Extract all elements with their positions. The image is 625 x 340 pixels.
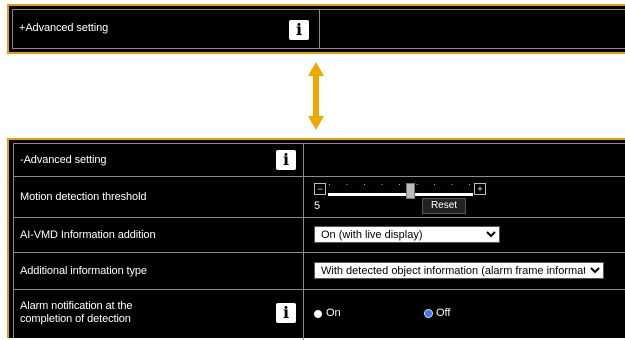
ai-vmd-control: On (with live display) (304, 218, 625, 252)
arrow-down-icon (308, 116, 324, 130)
slider-ticks: · · · · · · · · · (328, 179, 477, 189)
radio-off[interactable] (424, 309, 433, 318)
advanced-setting-header-row[interactable]: -Advanced setting i (14, 144, 625, 177)
info-type-control: With detected object information (alarm … (304, 253, 625, 289)
collapsed-label-cell: +Advanced setting i (13, 10, 320, 48)
radio-on-label[interactable]: On (326, 307, 341, 319)
ai-vmd-dropdown[interactable]: On (with live display) (314, 226, 500, 243)
advanced-setting-collapsed-panel: +Advanced setting i (7, 4, 625, 54)
advanced-setting-table: -Advanced setting i Motion detection thr… (13, 143, 625, 340)
radio-off-label[interactable]: Off (436, 307, 450, 319)
arrow-up-icon (308, 62, 324, 76)
reset-button[interactable]: Reset (422, 198, 466, 214)
decrease-button[interactable]: − (314, 183, 326, 195)
ai-vmd-label-cell: AI-VMD Information addition (14, 218, 304, 252)
motion-threshold-label-cell: Motion detection threshold (14, 177, 304, 217)
increase-button[interactable]: + (474, 183, 486, 195)
info-type-dropdown[interactable]: With detected object information (alarm … (314, 262, 604, 279)
motion-threshold-label: Motion detection threshold (20, 191, 147, 203)
header-label-cell: -Advanced setting i (14, 144, 304, 176)
info-type-label-cell: Additional information type (14, 253, 304, 289)
info-type-row: Additional information type With detecte… (14, 253, 625, 290)
radio-on[interactable] (314, 310, 322, 318)
motion-threshold-control: − · · · · · · · · · + 5 Reset (304, 177, 625, 217)
ai-vmd-label: AI-VMD Information addition (20, 229, 156, 241)
slider-track[interactable] (328, 193, 473, 196)
threshold-value: 5 (314, 200, 321, 212)
double-arrow-shaft (313, 75, 319, 116)
advanced-setting-expanded-panel: -Advanced setting i Motion detection thr… (7, 138, 625, 340)
advanced-setting-collapse-label[interactable]: -Advanced setting (20, 154, 106, 166)
motion-threshold-row: Motion detection threshold − · · · · · ·… (14, 177, 625, 218)
ai-vmd-row: AI-VMD Information addition On (with liv… (14, 218, 625, 253)
info-type-label: Additional information type (20, 265, 147, 277)
alarm-label-line1: Alarm notification at the (20, 300, 133, 312)
info-icon[interactable]: i (276, 150, 296, 170)
info-icon[interactable]: i (276, 303, 296, 323)
alarm-label-line2: completion of detection (20, 313, 131, 325)
advanced-setting-collapsed-row[interactable]: +Advanced setting i (12, 9, 625, 49)
info-icon[interactable]: i (289, 20, 309, 40)
slider-thumb[interactable] (406, 183, 415, 199)
advanced-setting-expand-label[interactable]: +Advanced setting (19, 22, 108, 34)
